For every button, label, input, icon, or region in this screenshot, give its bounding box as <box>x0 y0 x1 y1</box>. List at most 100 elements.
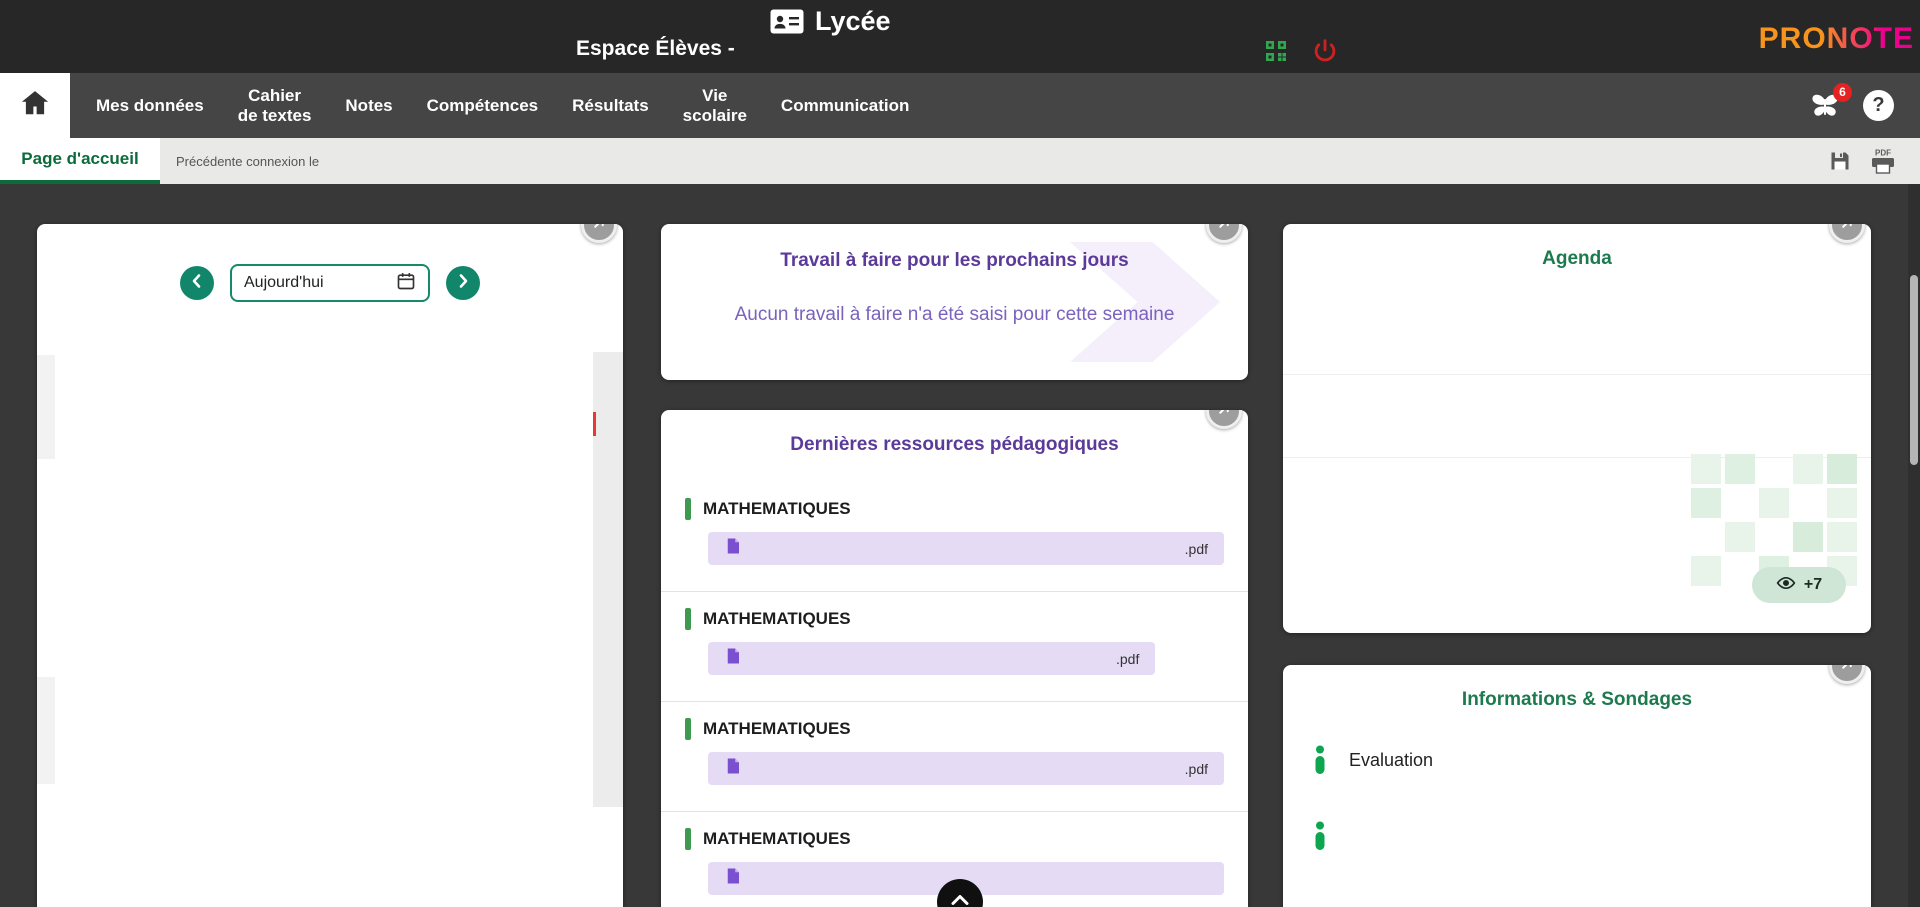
nav-home-tab[interactable] <box>0 73 70 138</box>
id-card-icon <box>769 8 805 35</box>
help-button[interactable]: ? <box>1863 90 1894 121</box>
svg-text:PDF: PDF <box>1875 149 1891 158</box>
main-navbar: Mes données Cahier de textes Notes Compé… <box>0 73 1920 138</box>
expand-arrow-icon <box>1215 224 1233 237</box>
nav-item-notes[interactable]: Notes <box>345 96 392 116</box>
homework-empty-message: Aucun travail à faire n'a été saisi pour… <box>661 304 1248 326</box>
info-icon <box>1313 821 1327 851</box>
pronote-logo: PRONOTE <box>1759 22 1914 56</box>
resource-file-link[interactable]: .pdf <box>708 532 1224 565</box>
timetable-row-ghost <box>37 355 55 459</box>
expand-arrow-icon <box>1838 665 1856 678</box>
space-label: Espace Élèves - <box>576 37 735 61</box>
subject-label: MATHEMATIQUES <box>703 829 851 849</box>
info-expand-button[interactable] <box>1829 665 1865 684</box>
next-day-button[interactable] <box>446 266 480 300</box>
qr-code-icon[interactable] <box>1264 39 1288 63</box>
eye-icon <box>1776 573 1796 598</box>
chevron-left-icon <box>188 272 206 295</box>
subject-color-bar <box>685 718 691 740</box>
home-icon <box>20 88 50 123</box>
info-icon <box>1313 745 1327 775</box>
date-picker-input[interactable]: Aujourd'hui <box>230 264 430 302</box>
subheader: Page d'accueil Précédente connexion le P… <box>0 138 1920 184</box>
info-item[interactable]: Evaluation <box>1313 745 1871 775</box>
logout-power-icon[interactable] <box>1312 38 1338 64</box>
resource-subject: MATHEMATIQUES <box>685 498 1224 520</box>
notification-badge: 6 <box>1833 83 1852 102</box>
date-value: Aujourd'hui <box>244 274 324 292</box>
subject-label: MATHEMATIQUES <box>703 609 851 629</box>
agenda-title: Agenda <box>1283 248 1871 270</box>
top-actions <box>1264 38 1338 64</box>
agenda-more-count: +7 <box>1804 576 1822 594</box>
info-item[interactable] <box>1313 821 1871 851</box>
notifications-butterfly-icon[interactable]: 6 <box>1807 90 1843 122</box>
school-title-block: Lycée <box>769 6 891 37</box>
pdf-print-icon[interactable]: PDF <box>1868 148 1898 174</box>
resource-subject: MATHEMATIQUES <box>685 828 1224 850</box>
chevron-up-icon <box>948 888 972 907</box>
nav-item-communication[interactable]: Communication <box>781 96 909 116</box>
subject-color-bar <box>685 498 691 520</box>
subject-color-bar <box>685 608 691 630</box>
tab-page-accueil[interactable]: Page d'accueil <box>0 138 160 184</box>
homework-card: Travail à faire pour les prochains jours… <box>661 224 1248 380</box>
agenda-more-button[interactable]: +7 <box>1752 567 1846 603</box>
current-time-marker <box>593 412 596 436</box>
file-extension: .pdf <box>1185 761 1208 777</box>
school-name: Lycée <box>815 6 891 37</box>
subject-color-bar <box>685 828 691 850</box>
homework-expand-button[interactable] <box>1206 224 1242 243</box>
subheader-icons: PDF <box>1828 138 1920 184</box>
nav-item-competences[interactable]: Compétences <box>427 96 538 116</box>
agenda-divider <box>1283 374 1871 375</box>
timetable-column-ghost <box>593 352 623 807</box>
expand-arrow-icon <box>590 224 608 237</box>
nav-item-mes-donnees[interactable]: Mes données <box>96 96 204 116</box>
top-header: Lycée Espace Élèves - PRONOTE <box>0 0 1920 73</box>
resource-item: MATHEMATIQUES .pdf <box>661 592 1248 702</box>
agenda-expand-button[interactable] <box>1829 224 1865 243</box>
save-icon[interactable] <box>1828 149 1852 173</box>
resource-file-link[interactable]: .pdf <box>708 642 1155 675</box>
nav-items: Mes données Cahier de textes Notes Compé… <box>70 73 909 138</box>
previous-day-button[interactable] <box>180 266 214 300</box>
pdf-file-icon <box>724 867 752 890</box>
info-item-label: Evaluation <box>1349 750 1433 771</box>
resource-file-link[interactable]: .pdf <box>708 752 1224 785</box>
last-connection-text: Précédente connexion le <box>176 154 319 169</box>
resource-item: MATHEMATIQUES .pdf <box>661 482 1248 592</box>
resource-subject: MATHEMATIQUES <box>685 608 1224 630</box>
subject-label: MATHEMATIQUES <box>703 499 851 519</box>
resources-list: MATHEMATIQUES .pdf MATHEMATIQUES .pdf <box>661 482 1248 907</box>
schedule-card: Aujourd'hui <box>37 224 623 907</box>
nav-item-resultats[interactable]: Résultats <box>572 96 649 116</box>
info-title: Informations & Sondages <box>1283 689 1871 711</box>
resources-title: Dernières ressources pédagogiques <box>661 434 1248 456</box>
subject-label: MATHEMATIQUES <box>703 719 851 739</box>
agenda-divider <box>1283 457 1871 458</box>
file-extension: .pdf <box>1185 541 1208 557</box>
nav-item-vie-scolaire[interactable]: Vie scolaire <box>683 86 747 125</box>
resources-expand-button[interactable] <box>1206 410 1242 429</box>
nav-item-cahier-de-textes[interactable]: Cahier de textes <box>238 86 312 125</box>
homework-title: Travail à faire pour les prochains jours <box>661 250 1248 272</box>
pdf-file-icon <box>724 537 752 560</box>
info-card: Informations & Sondages Evaluation <box>1283 665 1871 907</box>
file-extension: .pdf <box>1116 651 1139 667</box>
expand-arrow-icon <box>1215 410 1233 423</box>
timetable-row-ghost <box>37 677 55 784</box>
date-navigation: Aujourd'hui <box>37 224 623 302</box>
pdf-file-icon <box>724 757 752 780</box>
main-content: Aujourd'hui Travail à faire pour les pro… <box>0 184 1920 907</box>
calendar-icon <box>396 271 416 296</box>
chevron-right-icon <box>454 272 472 295</box>
page-scrollbar-thumb[interactable] <box>1910 275 1918 465</box>
expand-arrow-icon <box>1838 224 1856 237</box>
resource-item: MATHEMATIQUES .pdf <box>661 702 1248 812</box>
nav-right-actions: 6 ? <box>1807 73 1920 138</box>
resource-subject: MATHEMATIQUES <box>685 718 1224 740</box>
pdf-file-icon <box>724 647 752 670</box>
agenda-decoration <box>1691 454 1721 484</box>
